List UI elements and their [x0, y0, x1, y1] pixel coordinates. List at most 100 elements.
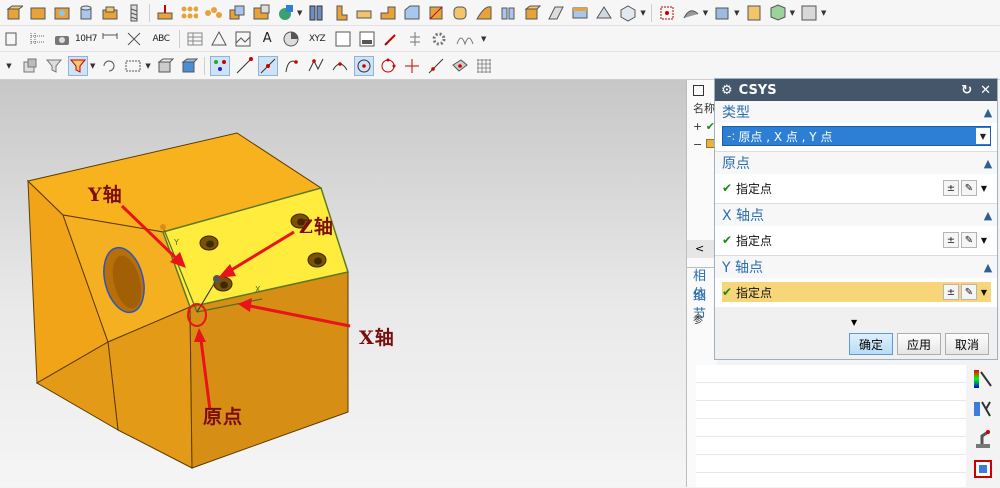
surface-icon[interactable]	[570, 3, 590, 23]
crosshair-point-icon[interactable]	[402, 56, 422, 76]
x-point-specify-row[interactable]: ✔ 指定点 ± ✎ ▼	[722, 230, 991, 250]
pattern-icon[interactable]	[179, 3, 199, 23]
analysis-icon[interactable]	[972, 398, 994, 420]
snap-multi-icon[interactable]	[209, 55, 230, 76]
curve-tool-icon[interactable]	[681, 3, 701, 23]
box-icon[interactable]	[712, 3, 732, 23]
snap-box-icon[interactable]	[657, 3, 677, 23]
layer-icon[interactable]	[768, 3, 788, 23]
select-box-icon[interactable]	[123, 56, 143, 76]
xyz-icon[interactable]: XYZ	[305, 29, 329, 49]
grid-snap-icon[interactable]	[474, 56, 494, 76]
close-icon[interactable]: ✕	[980, 83, 991, 98]
navigator-scroll-left[interactable]: <	[687, 240, 717, 258]
expand-icon[interactable]: +	[693, 120, 702, 133]
solid-icon[interactable]	[522, 3, 542, 23]
navigator-row-minus[interactable]: −	[687, 136, 717, 154]
tree-icon[interactable]	[405, 29, 425, 49]
unite-icon[interactable]	[227, 3, 247, 23]
cylinder-icon[interactable]	[76, 3, 96, 23]
group-origin-header[interactable]: 原点 ▲	[715, 151, 997, 174]
collapse-caret-icon[interactable]: ▲	[979, 209, 997, 222]
blend-icon[interactable]	[450, 3, 470, 23]
cross-dimension-icon[interactable]	[124, 29, 144, 49]
weld-icon[interactable]	[453, 29, 479, 49]
point-dialog-icon[interactable]: ±	[943, 180, 959, 196]
block-icon[interactable]	[28, 3, 48, 23]
origin-specify-point-row[interactable]: ✔ 指定点 ± ✎ ▼	[722, 178, 991, 198]
navigator-row-plus[interactable]: + ✔	[687, 118, 717, 136]
group-y-point-header[interactable]: Y 轴点 ▲	[715, 255, 997, 278]
tolerance-icon[interactable]: 10H7	[75, 29, 97, 49]
image-icon[interactable]	[233, 29, 253, 49]
group-type-header[interactable]: 类型 ▲	[715, 101, 997, 123]
table-icon[interactable]	[185, 29, 205, 49]
color-swatch-icon[interactable]	[799, 3, 819, 23]
filter-dropdown-icon[interactable]: ▼	[4, 56, 16, 76]
shaded-cube-icon[interactable]	[179, 56, 199, 76]
component-icon[interactable]	[20, 56, 40, 76]
sphere-cube-icon[interactable]	[618, 3, 638, 23]
dropdown-arrow-icon[interactable]: ▼	[977, 288, 991, 297]
tangent-point-icon[interactable]	[330, 56, 350, 76]
grid-dimension-icon[interactable]	[28, 29, 48, 49]
cube-icon[interactable]	[4, 3, 24, 23]
page-icon[interactable]	[744, 3, 764, 23]
pie-icon[interactable]	[281, 29, 301, 49]
wireframe-cube-icon[interactable]	[155, 56, 175, 76]
chain-dimension-icon[interactable]	[100, 29, 120, 49]
apply-button[interactable]: 应用	[896, 333, 941, 355]
part-model[interactable]	[0, 80, 686, 487]
curve-point-icon[interactable]	[282, 56, 302, 76]
point-dialog-icon[interactable]: ±	[943, 284, 959, 300]
subtract-icon[interactable]	[251, 3, 271, 23]
draft-icon[interactable]	[426, 3, 446, 23]
point-dialog-icon[interactable]: ±	[943, 232, 959, 248]
shell-icon[interactable]	[100, 3, 120, 23]
color-ramp-icon[interactable]	[972, 368, 994, 390]
type-dropdown[interactable]: -: 原点 , X 点 , Y 点 ▼	[722, 126, 991, 146]
array-icon[interactable]	[203, 3, 223, 23]
infer-point-icon[interactable]: ✎	[961, 284, 977, 300]
midpoint-icon[interactable]	[257, 55, 278, 76]
arc-center-icon[interactable]	[353, 55, 374, 76]
dropdown-arrow-icon[interactable]: ▼	[976, 128, 990, 144]
tab-detail[interactable]: 细节	[687, 288, 717, 322]
robot-arm-icon[interactable]	[972, 428, 994, 450]
slab-icon[interactable]	[354, 3, 374, 23]
gear-icon[interactable]	[429, 29, 449, 49]
wedge-icon[interactable]	[594, 3, 614, 23]
intersect-point-icon[interactable]	[306, 56, 326, 76]
collapse-icon[interactable]: −	[693, 138, 702, 151]
group-x-point-header[interactable]: X 轴点 ▲	[715, 203, 997, 226]
thread-icon[interactable]	[124, 3, 144, 23]
quadrant-point-icon[interactable]	[378, 56, 398, 76]
chamfer-icon[interactable]	[402, 3, 422, 23]
offset-icon[interactable]	[498, 3, 518, 23]
more-options-arrow-icon[interactable]: ▼	[851, 318, 857, 327]
ok-button[interactable]: 确定	[848, 333, 893, 355]
infer-point-icon[interactable]: ✎	[961, 232, 977, 248]
filter-red-icon[interactable]	[68, 55, 88, 76]
book-icon[interactable]	[306, 3, 326, 23]
sheet-icon[interactable]	[546, 3, 566, 23]
collapse-caret-icon[interactable]: ▲	[979, 157, 997, 170]
triangle-icon[interactable]	[209, 29, 229, 49]
blank-frame-icon[interactable]	[333, 29, 353, 49]
brush-icon[interactable]	[381, 29, 401, 49]
reset-icon[interactable]: ↻	[961, 83, 972, 98]
face-blend-icon[interactable]	[474, 3, 494, 23]
dropdown-arrow-icon[interactable]: ▼	[977, 184, 991, 193]
cancel-button[interactable]: 取消	[944, 333, 989, 355]
rotate-icon[interactable]	[99, 56, 119, 76]
abc-annotation-icon[interactable]: ABC	[148, 29, 174, 49]
square-icon[interactable]	[693, 84, 704, 96]
y-point-specify-row[interactable]: ✔ 指定点 ± ✎ ▼	[722, 282, 991, 302]
tab-related[interactable]: 相依	[687, 268, 717, 302]
infer-point-icon[interactable]: ✎	[961, 180, 977, 196]
dropdown-arrow-icon[interactable]: ▼	[977, 236, 991, 245]
collapse-caret-icon[interactable]: ▲	[979, 106, 997, 119]
graphics-viewport[interactable]: Y X Y轴 Z轴 X轴 原点	[0, 80, 686, 487]
line-end-icon[interactable]	[234, 56, 254, 76]
camera-icon[interactable]	[52, 29, 72, 49]
